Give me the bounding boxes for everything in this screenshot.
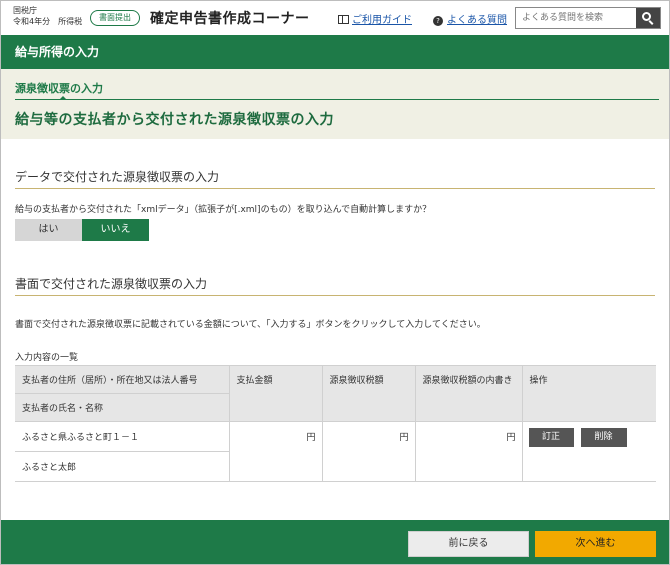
table-label: 入力内容の一覧 bbox=[15, 353, 79, 363]
edit-button[interactable]: 訂正 bbox=[528, 428, 574, 447]
faq-label: よくある質問 bbox=[447, 15, 507, 26]
no-button[interactable]: いいえ bbox=[82, 219, 149, 241]
question-icon: ? bbox=[433, 16, 443, 26]
table-header-row: 支払者の住所（居所）・所在地又は法人番号 支払金額 源泉徴収税額 源泉徴収税額の… bbox=[15, 365, 656, 422]
header-payer-address: 支払者の住所（居所）・所在地又は法人番号 bbox=[15, 365, 230, 394]
payer-name-cell: ふるさと太郎 bbox=[15, 451, 230, 482]
delete-button[interactable]: 削除 bbox=[580, 428, 627, 447]
withholding-detail-cell: 円 bbox=[415, 421, 523, 482]
submission-method-badge: 書面提出 bbox=[90, 10, 140, 26]
table-row: ふるさと県ふるさと町１－１ 円 円 円 訂正 削除 bbox=[15, 421, 656, 482]
xml-import-question: 給与の支払者から交付された「xmlデータ」（拡張子が[.xml]のもの）を取り込… bbox=[15, 205, 432, 215]
data-section-title: データで交付された源泉徴収票の入力 bbox=[15, 170, 220, 184]
agency-name: 国税庁 bbox=[13, 6, 37, 15]
search-input[interactable] bbox=[516, 8, 638, 28]
section-band: 給与所得の入力 bbox=[1, 35, 669, 69]
back-button[interactable]: 前に戻る bbox=[408, 531, 529, 557]
actions-cell: 訂正 削除 bbox=[522, 421, 656, 482]
data-section-divider bbox=[15, 188, 655, 189]
page-heading-area: 源泉徴収票の入力 給与等の支払者から交付された源泉徴収票の入力 bbox=[1, 69, 669, 139]
header-actions: 操作 bbox=[522, 365, 656, 422]
payer-address-cell: ふるさと県ふるさと町１－１ bbox=[15, 421, 230, 452]
user-guide-link[interactable]: ご利用ガイド bbox=[338, 11, 412, 26]
yes-button[interactable]: はい bbox=[15, 219, 82, 241]
withholding-slip-table: 支払者の住所（居所）・所在地又は法人番号 支払金額 源泉徴収税額 源泉徴収税額の… bbox=[15, 365, 656, 482]
top-header: 国税庁 令和4年分 所得税 書面提出 確定申告書作成コーナー ご利用ガイド ? よ… bbox=[1, 1, 669, 35]
book-icon bbox=[338, 15, 349, 24]
user-guide-label: ご利用ガイド bbox=[352, 15, 412, 26]
header-withholding-detail: 源泉徴収税額の内書き bbox=[415, 365, 523, 422]
footer-bar: 前に戻る 次へ進む bbox=[1, 520, 669, 564]
tax-year-label: 令和4年分 所得税 bbox=[13, 17, 83, 26]
breadcrumb: 源泉徴収票の入力 bbox=[15, 82, 103, 95]
faq-search bbox=[515, 7, 661, 29]
paper-section-divider bbox=[15, 295, 655, 296]
header-amount: 支払金額 bbox=[229, 365, 323, 422]
header-payer-name: 支払者の氏名・名称 bbox=[15, 393, 230, 422]
paper-instruction: 書面で交付された源泉徴収票に記載されている金額について、「入力する」ボタンをクリ… bbox=[15, 320, 486, 330]
search-button[interactable] bbox=[636, 8, 660, 28]
header-withholding: 源泉徴収税額 bbox=[322, 365, 416, 422]
page-title: 給与等の支払者から交付された源泉徴収票の入力 bbox=[15, 112, 334, 128]
app-title: 確定申告書作成コーナー bbox=[150, 11, 310, 27]
next-button[interactable]: 次へ進む bbox=[535, 531, 656, 557]
paper-section-title: 書面で交付された源泉徴収票の入力 bbox=[15, 277, 208, 291]
faq-link[interactable]: ? よくある質問 bbox=[433, 11, 507, 26]
withholding-cell: 円 bbox=[322, 421, 416, 482]
agency-info: 国税庁 令和4年分 所得税 bbox=[13, 5, 82, 27]
amount-cell: 円 bbox=[229, 421, 323, 482]
